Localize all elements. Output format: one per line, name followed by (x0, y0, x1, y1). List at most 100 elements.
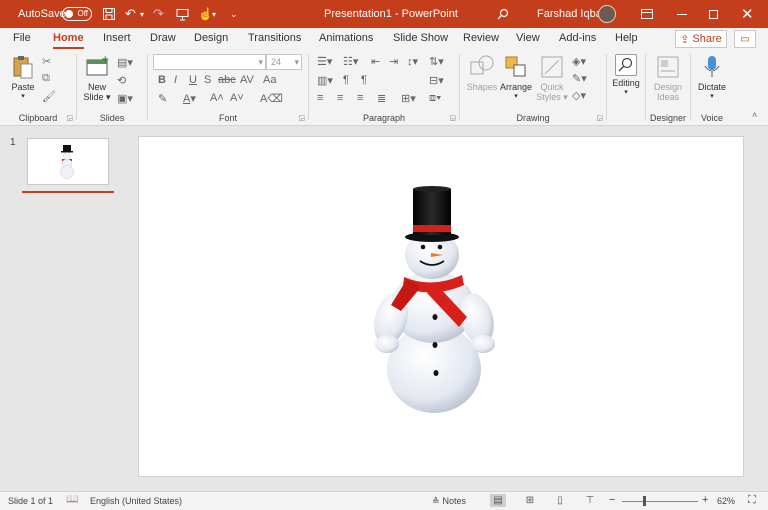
ribbon-display-icon[interactable] (641, 0, 653, 28)
slide-thumbnail[interactable] (27, 138, 109, 185)
numbering-icon[interactable]: ☷▾ (343, 55, 358, 68)
close-icon[interactable]: ✕ (741, 0, 754, 28)
tab-design[interactable]: Design (194, 32, 228, 44)
accessibility-icon[interactable]: 📖 (66, 494, 78, 505)
fit-to-window-icon[interactable]: ⛶ (748, 494, 756, 507)
tab-review[interactable]: Review (463, 32, 499, 44)
tab-slide-show[interactable]: Slide Show (393, 32, 448, 44)
drawing-launcher-icon[interactable]: ◲ (596, 114, 603, 122)
zoom-in-icon[interactable]: + (702, 494, 708, 506)
change-case-icon[interactable]: Aa (263, 74, 276, 86)
slide-thumbnail-pane[interactable]: 1 (0, 127, 126, 491)
shape-fill-icon[interactable]: ◈▾ (572, 55, 586, 68)
user-name[interactable]: Farshad Iqbal (537, 0, 604, 28)
font-size-dropdown[interactable]: 24 ▾ (266, 54, 302, 70)
zoom-slider-track[interactable] (622, 501, 698, 502)
zoom-out-icon[interactable]: − (609, 494, 615, 506)
normal-view-icon[interactable]: ▤ (490, 494, 506, 507)
bold-icon[interactable]: B (158, 74, 166, 86)
slide-sorter-icon[interactable]: ⊞ (522, 494, 538, 507)
search-icon[interactable] (497, 0, 509, 28)
font-name-dropdown[interactable]: ▾ (153, 54, 266, 70)
tab-add-ins[interactable]: Add-ins (559, 32, 596, 44)
layout-icon[interactable]: ▤▾ (117, 56, 133, 69)
justify-icon[interactable]: ≣ (377, 92, 386, 105)
shape-outline-icon[interactable]: ✎▾ (572, 72, 587, 85)
share-button[interactable]: ⇪ Share (675, 30, 727, 48)
smartart-icon[interactable]: ⧈▾ (429, 92, 441, 105)
font-color-icon[interactable]: A▾ (183, 92, 196, 105)
section-icon[interactable]: ▣▾ (117, 92, 133, 105)
reset-icon[interactable]: ⟲ (117, 74, 126, 87)
snowman-image[interactable] (139, 137, 745, 478)
line-spacing-icon[interactable]: ↕▾ (407, 55, 418, 68)
quick-styles-icon (539, 54, 565, 80)
ltr-icon[interactable]: ¶ (361, 74, 367, 86)
avatar[interactable] (598, 0, 616, 28)
save-icon[interactable] (102, 0, 116, 28)
align-center-icon[interactable]: ≡ (337, 92, 343, 104)
touch-dropdown-icon[interactable]: ▾ (212, 0, 216, 28)
format-painter-icon[interactable]: 🖌 (42, 90, 56, 103)
font-launcher-icon[interactable]: ◲ (298, 114, 305, 122)
underline-icon[interactable]: U (189, 74, 197, 86)
collapse-ribbon-icon[interactable]: ˄ (752, 110, 757, 120)
tab-file[interactable]: File (13, 32, 31, 44)
paragraph-launcher-icon[interactable]: ◲ (449, 114, 456, 122)
columns-icon[interactable]: ▥▾ (317, 74, 333, 87)
tab-animations[interactable]: Animations (319, 32, 373, 44)
undo-icon[interactable]: ↶ (125, 0, 136, 28)
text-direction-icon[interactable]: ⇅▾ (429, 55, 444, 68)
paste-button[interactable]: Paste ▾ (9, 54, 37, 100)
increase-font-icon[interactable]: A˄ (210, 92, 224, 104)
touch-mode-icon[interactable]: ☝ (198, 0, 213, 28)
design-ideas-button[interactable]: Design Ideas (651, 54, 685, 102)
italic-icon[interactable]: I (174, 74, 177, 86)
present-icon[interactable] (176, 0, 189, 28)
customize-qat-icon[interactable]: ⌄ (230, 0, 238, 28)
slideshow-view-icon[interactable]: ⊤ (582, 494, 598, 507)
slide-canvas[interactable] (138, 136, 744, 477)
tab-home[interactable]: Home (53, 32, 84, 49)
minimize-icon[interactable] (677, 0, 687, 28)
shapes-button[interactable]: Shapes (464, 54, 500, 92)
align-text-icon[interactable]: ⊟▾ (429, 74, 444, 87)
rtl-icon[interactable]: ¶ (343, 74, 349, 86)
autosave-toggle[interactable]: Off (62, 0, 92, 28)
increase-indent-icon[interactable]: ⇥ (389, 55, 398, 68)
shadow-icon[interactable]: S (204, 74, 211, 86)
undo-dropdown-icon[interactable]: ▾ (140, 0, 144, 28)
align-right-icon[interactable]: ≡ (357, 92, 363, 104)
zoom-percent[interactable]: 62% (717, 496, 735, 506)
tab-help[interactable]: Help (615, 32, 638, 44)
align-left-icon[interactable]: ≡ (317, 92, 323, 104)
comments-button[interactable]: ▭ (734, 30, 756, 48)
strikethrough-icon[interactable]: abc (218, 74, 236, 86)
language-status[interactable]: English (United States) (90, 496, 182, 506)
quick-styles-button[interactable]: Quick Styles ▾ (536, 54, 568, 103)
reading-view-icon[interactable]: ▯ (552, 494, 568, 507)
decrease-indent-icon[interactable]: ⇤ (371, 55, 380, 68)
shape-effects-icon[interactable]: ◇▾ (572, 89, 586, 102)
clipboard-launcher-icon[interactable]: ◲ (66, 114, 73, 122)
bullets-icon[interactable]: ☰▾ (317, 55, 332, 68)
redo-icon[interactable]: ↷ (153, 0, 164, 28)
tab-view[interactable]: View (516, 32, 540, 44)
dictate-button[interactable]: Dictate ▾ (695, 54, 729, 100)
tab-transitions[interactable]: Transitions (248, 32, 301, 44)
clear-formatting-icon[interactable]: A⌫ (260, 92, 283, 105)
tab-insert[interactable]: Insert (103, 32, 131, 44)
decrease-font-icon[interactable]: A˅ (230, 92, 244, 104)
arrange-button[interactable]: Arrange ▾ (497, 54, 535, 100)
copy-icon[interactable]: ⧉ (42, 72, 50, 85)
cut-icon[interactable]: ✂ (42, 55, 51, 68)
character-spacing-icon[interactable]: AV (240, 74, 254, 86)
highlight-icon[interactable]: ✎ (158, 92, 167, 105)
distributed-icon[interactable]: ⊞▾ (401, 92, 416, 105)
zoom-slider-handle[interactable] (643, 496, 646, 506)
editing-button[interactable]: Editing ▾ (609, 54, 643, 96)
maximize-icon[interactable] (709, 0, 718, 28)
tab-draw[interactable]: Draw (150, 32, 176, 44)
new-slide-button[interactable]: + New Slide ▾ (81, 54, 113, 103)
notes-button[interactable]: ≙ Notes (432, 496, 466, 507)
